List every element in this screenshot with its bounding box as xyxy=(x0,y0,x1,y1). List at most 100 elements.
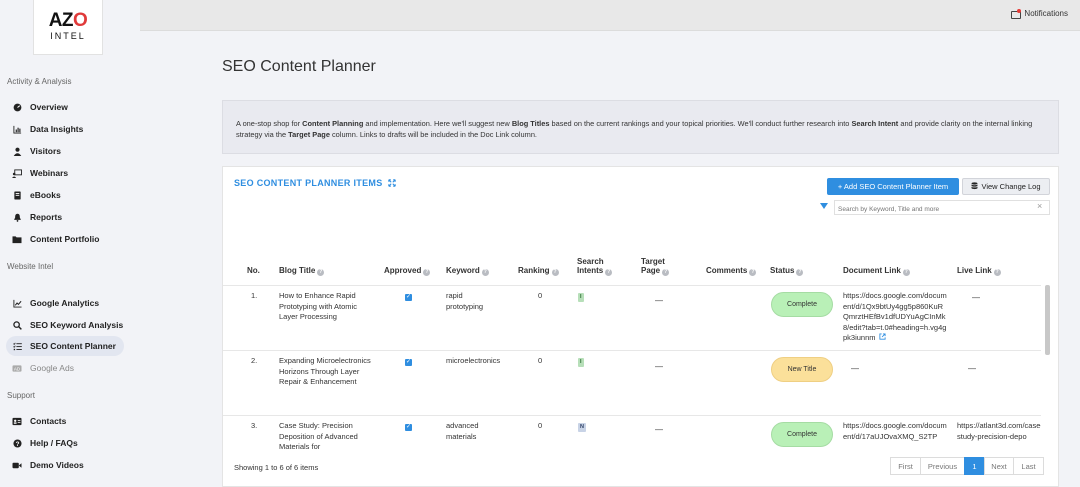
help-icon: ? xyxy=(317,269,325,276)
row-blog-title: Expanding Microelectronics Horizons Thro… xyxy=(279,356,371,386)
pager-next[interactable]: Next xyxy=(984,457,1014,475)
intro-description: A one-stop shop for Content Planning and… xyxy=(222,100,1059,154)
row-target-page: — xyxy=(655,296,663,305)
status-badge[interactable]: Complete xyxy=(771,292,833,317)
sidebar-item-overview[interactable]: Overview xyxy=(6,97,124,117)
header-target-page[interactable]: Target Page? xyxy=(641,257,670,276)
ads-icon: AD xyxy=(12,363,22,373)
help-icon: ? xyxy=(749,269,757,276)
sidebar-item-help-faqs[interactable]: ? Help / FAQs xyxy=(6,433,124,453)
header-comments[interactable]: Comments? xyxy=(706,266,757,276)
logo-text-intel: INTEL xyxy=(50,31,86,41)
search-intent-badge: I xyxy=(578,358,584,367)
azo-intel-logo[interactable]: AZO INTEL xyxy=(33,0,103,55)
sidebar-item-demo-videos[interactable]: Demo Videos xyxy=(6,455,124,475)
sidebar: AZO INTEL Activity & Analysis Overview D… xyxy=(0,0,140,487)
sidebar-item-google-ads[interactable]: AD Google Ads xyxy=(6,358,124,378)
header-live-link[interactable]: Live Link? xyxy=(957,266,1001,276)
header-search-intents[interactable]: Search Intents? xyxy=(577,257,613,276)
bar-chart-icon xyxy=(12,124,22,134)
row-ranking: 0 xyxy=(538,356,543,365)
sidebar-item-data-insights[interactable]: Data Insights xyxy=(6,119,124,139)
sidebar-item-label: Help / FAQs xyxy=(30,438,78,448)
table-row[interactable]: 3. Case Study: Precision Deposition of A… xyxy=(223,415,1041,449)
line-chart-icon xyxy=(12,298,22,308)
help-icon: ? xyxy=(551,269,559,276)
row-document-link: — xyxy=(851,364,859,373)
clear-search-icon[interactable]: × xyxy=(1037,202,1042,211)
help-icon: ? xyxy=(423,269,431,276)
approved-checkbox[interactable]: ✓ xyxy=(405,294,412,301)
status-badge[interactable]: Complete xyxy=(771,422,833,447)
pager-previous[interactable]: Previous xyxy=(920,457,965,475)
user-icon xyxy=(12,146,22,156)
table-scrollbar[interactable] xyxy=(1045,285,1050,355)
sidebar-item-content-portfolio[interactable]: Content Portfolio xyxy=(6,229,124,249)
folder-icon xyxy=(12,234,22,244)
pager-page-1[interactable]: 1 xyxy=(964,457,985,475)
row-number: 2. xyxy=(251,356,258,365)
sidebar-item-ebooks[interactable]: eBooks xyxy=(6,185,124,205)
row-keyword: microelectronics xyxy=(446,356,501,365)
section-activity-analysis: Activity & Analysis xyxy=(7,77,72,86)
row-document-link[interactable]: https://docs.google.com/document/d/17aUJ… xyxy=(843,421,947,442)
expand-icon[interactable] xyxy=(388,179,397,187)
sidebar-item-webinars[interactable]: Webinars xyxy=(6,163,124,183)
search-intent-badge: I xyxy=(578,293,584,302)
sidebar-item-label: Contacts xyxy=(30,416,67,426)
section-website-intel: Website Intel xyxy=(7,262,54,271)
header-ranking[interactable]: Ranking? xyxy=(518,266,559,276)
sidebar-item-label: Google Ads xyxy=(30,363,74,373)
row-document-link[interactable]: https://docs.google.com/document/d/1Qx9b… xyxy=(843,291,947,344)
header-document-link[interactable]: Document Link? xyxy=(843,266,910,276)
status-badge[interactable]: New Title xyxy=(771,357,833,382)
sidebar-item-reports[interactable]: Reports xyxy=(6,207,124,227)
bell-icon xyxy=(12,212,22,222)
pager-first[interactable]: First xyxy=(890,457,921,475)
sidebar-item-label: Visitors xyxy=(30,146,62,156)
row-target-page: — xyxy=(655,362,663,371)
sidebar-item-label: SEO Content Planner xyxy=(30,341,116,351)
sidebar-item-label: SEO Keyword Analysis xyxy=(30,320,124,330)
help-icon: ? xyxy=(481,269,489,276)
book-icon xyxy=(12,190,22,200)
help-icon: ? xyxy=(662,269,670,276)
sidebar-item-visitors[interactable]: Visitors xyxy=(6,141,124,161)
view-change-log-button[interactable]: View Change Log xyxy=(962,178,1050,195)
notifications-button[interactable]: Notifications xyxy=(1011,9,1068,19)
header-keyword[interactable]: Keyword? xyxy=(446,266,489,276)
help-icon: ? xyxy=(12,438,22,448)
row-number: 3. xyxy=(251,421,258,430)
notifications-label: Notifications xyxy=(1024,9,1068,18)
help-icon: ? xyxy=(993,269,1001,276)
row-live-link[interactable]: https://atlant3d.com/case-study-precisio… xyxy=(957,421,1041,442)
add-planner-item-button[interactable]: + Add SEO Content Planner Item xyxy=(827,178,959,195)
sidebar-item-seo-content-planner[interactable]: SEO Content Planner xyxy=(6,336,124,356)
logo-text-az: AZ xyxy=(48,10,74,31)
notification-bell-icon xyxy=(1011,9,1022,19)
sidebar-item-seo-keyword-analysis[interactable]: SEO Keyword Analysis xyxy=(6,315,124,335)
planner-items-card: SEO CONTENT PLANNER ITEMS + Add SEO Cont… xyxy=(222,166,1059,487)
help-icon: ? xyxy=(605,269,613,276)
header-status[interactable]: Status? xyxy=(770,266,804,276)
table-row[interactable]: 2. Expanding Microelectronics Horizons T… xyxy=(223,350,1041,414)
sidebar-item-contacts[interactable]: Contacts xyxy=(6,411,124,431)
row-ranking: 0 xyxy=(538,291,543,300)
approved-checkbox[interactable]: ✓ xyxy=(405,359,412,366)
header-approved[interactable]: Approved? xyxy=(384,266,431,276)
sidebar-item-label: Reports xyxy=(30,212,63,222)
approved-checkbox[interactable]: ✓ xyxy=(405,424,412,431)
row-live-link: — xyxy=(968,364,976,373)
search-input[interactable] xyxy=(834,200,1050,215)
logo-text-o: O xyxy=(73,10,88,31)
filter-icon[interactable] xyxy=(820,203,828,209)
sidebar-item-label: Data Insights xyxy=(30,124,84,134)
pager-last[interactable]: Last xyxy=(1013,457,1044,475)
external-link-icon[interactable] xyxy=(878,333,886,344)
header-blog-title[interactable]: Blog Title? xyxy=(279,266,325,276)
sidebar-item-label: Webinars xyxy=(30,168,69,178)
dashboard-icon xyxy=(12,102,22,112)
sidebar-item-google-analytics[interactable]: Google Analytics xyxy=(6,293,124,313)
svg-text:AD: AD xyxy=(14,366,21,371)
table-row[interactable]: 1. How to Enhance Rapid Prototyping with… xyxy=(223,285,1041,349)
